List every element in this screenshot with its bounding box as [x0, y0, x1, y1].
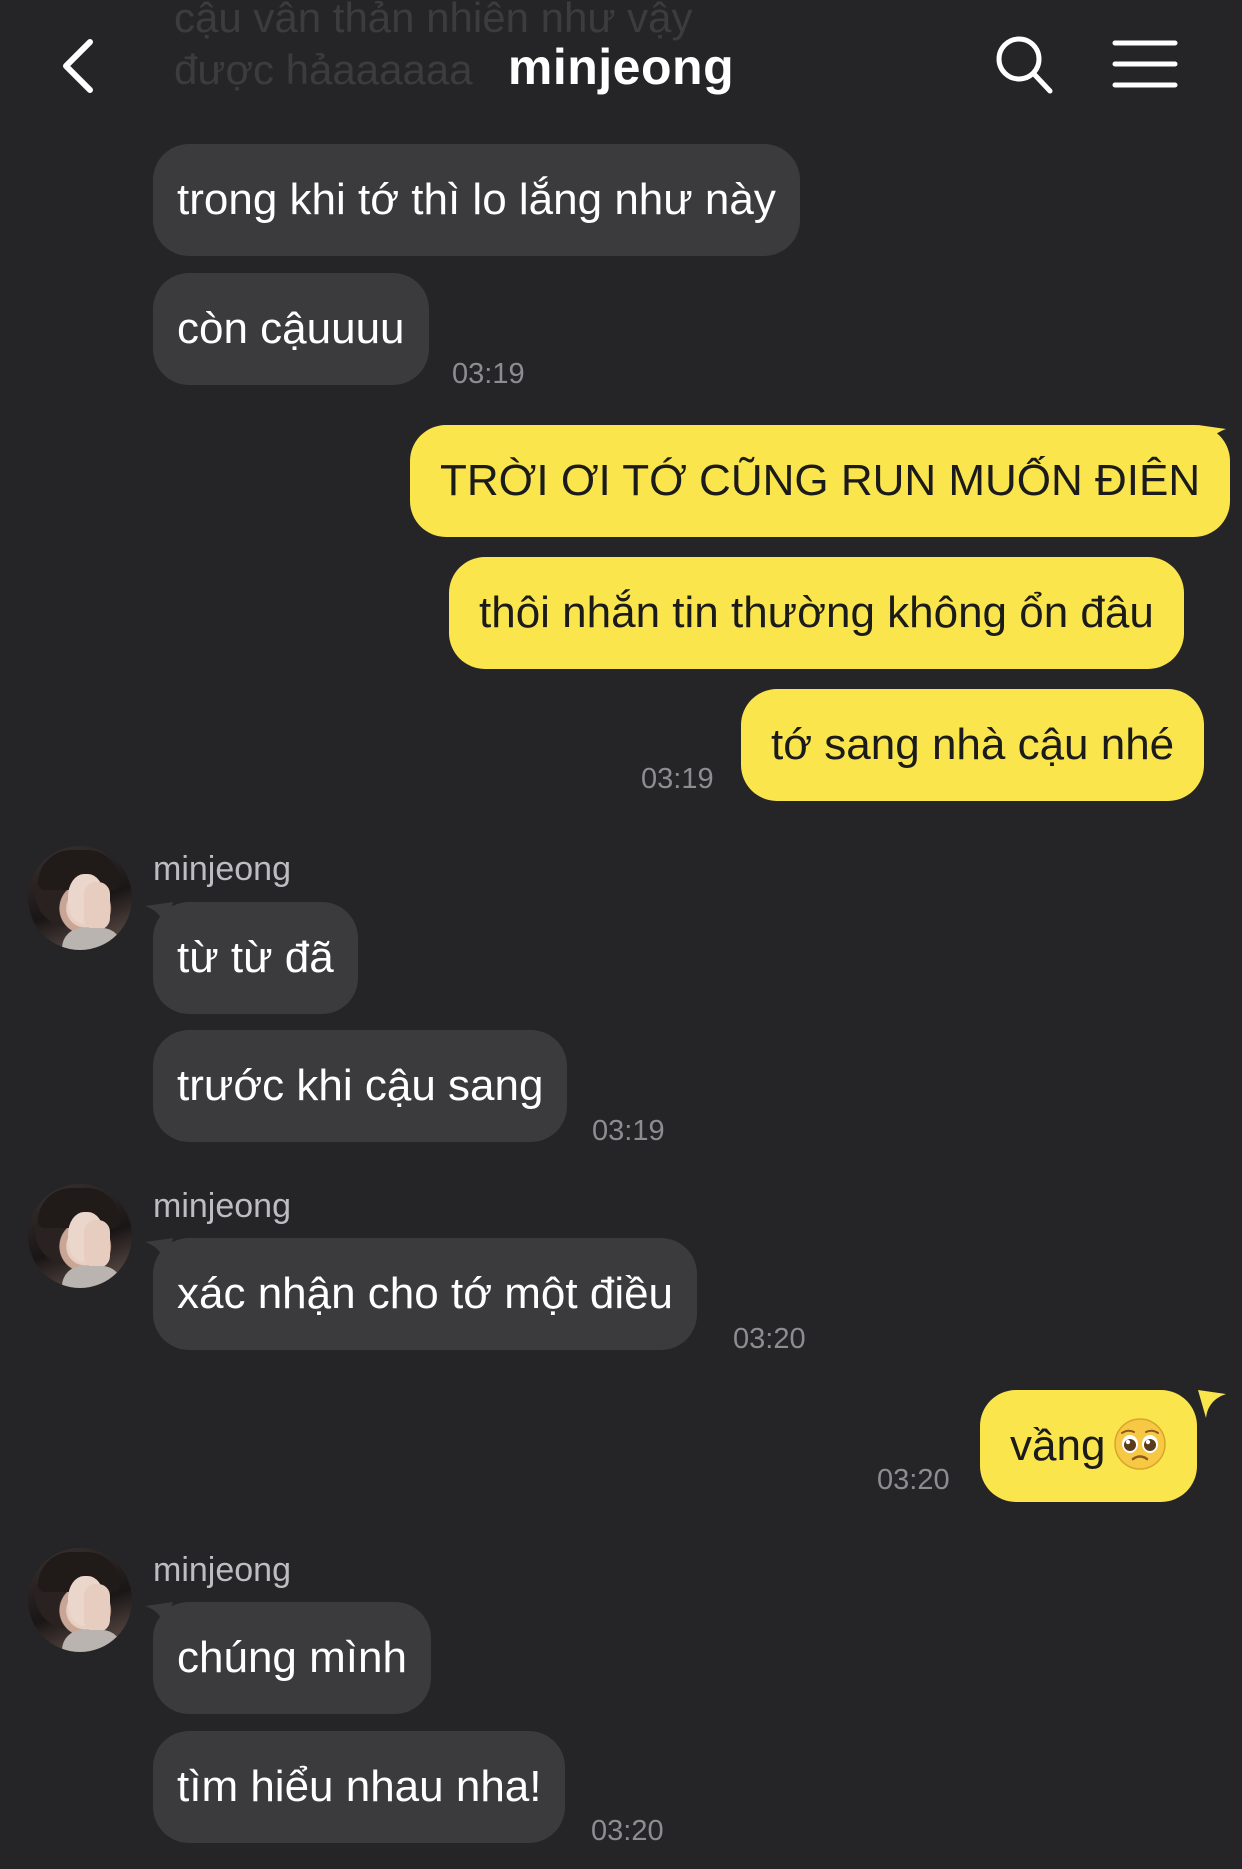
sender-name: minjeong — [153, 1187, 291, 1225]
sender-name: minjeong — [153, 1551, 291, 1589]
outgoing-message[interactable]: thôi nhắn tin thường không ổn đâu — [449, 557, 1184, 669]
incoming-message[interactable]: từ từ đã — [153, 902, 358, 1014]
message-timestamp: 03:20 — [877, 1464, 950, 1496]
bubble-tail — [1198, 425, 1226, 453]
avatar[interactable] — [28, 846, 132, 950]
avatar[interactable] — [28, 1548, 132, 1652]
incoming-message[interactable]: trong khi tớ thì lo lắng như này — [153, 144, 800, 256]
incoming-message[interactable]: trước khi cậu sang — [153, 1030, 568, 1142]
incoming-message[interactable]: chúng mình — [153, 1602, 431, 1714]
menu-icon — [1112, 40, 1178, 88]
outgoing-message[interactable]: vầng — [980, 1390, 1198, 1502]
chat-title: minjeong — [507, 39, 735, 95]
chat-header: cậu vẫn thản nhiên như vậy được hảaaaaaa… — [0, 0, 1242, 130]
incoming-message[interactable]: xác nhận cho tớ một điều — [153, 1238, 698, 1350]
search-button[interactable] — [994, 34, 1054, 96]
pleading-face-emoji-icon — [1114, 1418, 1167, 1471]
incoming-message[interactable]: còn cậuuuu — [153, 273, 429, 385]
message-timestamp: 03:19 — [452, 358, 525, 390]
incoming-message[interactable]: tìm hiểu nhau nha! — [153, 1731, 566, 1843]
outgoing-message[interactable]: TRỜI ƠI TỚ CŨNG RUN MUỐN ĐIÊN — [410, 425, 1231, 537]
message-timestamp: 03:19 — [641, 763, 714, 795]
avatar[interactable] — [28, 1184, 132, 1288]
search-icon — [996, 36, 1053, 94]
bubble-tail — [1198, 1390, 1226, 1418]
message-timestamp: 03:19 — [592, 1115, 665, 1147]
message-timestamp: 03:20 — [591, 1815, 664, 1847]
message-timestamp: 03:20 — [733, 1323, 806, 1355]
message-text: vầng — [1010, 1421, 1106, 1470]
menu-button[interactable] — [1112, 38, 1178, 90]
outgoing-message[interactable]: tớ sang nhà cậu nhé — [741, 689, 1205, 801]
sender-name: minjeong — [153, 850, 291, 888]
